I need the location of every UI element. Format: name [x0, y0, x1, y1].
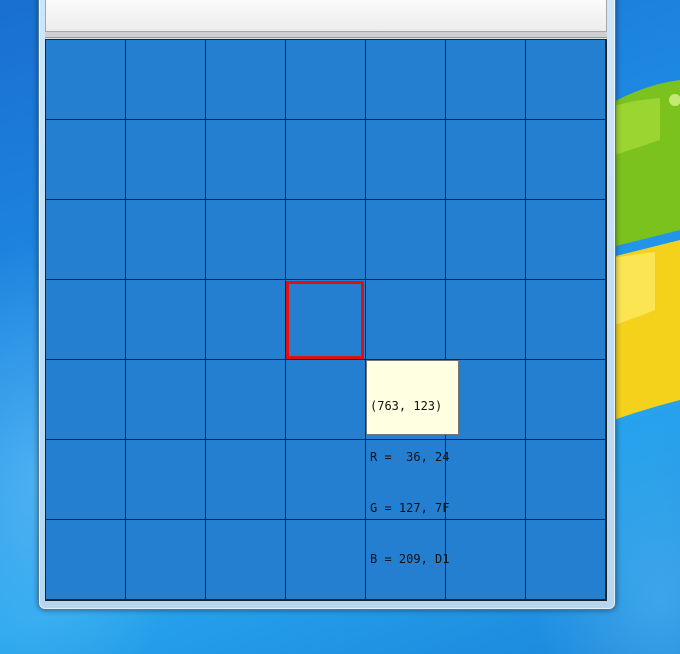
- grid-cell[interactable]: [46, 40, 125, 119]
- grid-cell[interactable]: [526, 360, 605, 439]
- grid-cell[interactable]: [366, 40, 445, 119]
- grid-cell[interactable]: [286, 200, 365, 279]
- grid-cell[interactable]: [526, 520, 605, 599]
- grid-cell[interactable]: [126, 200, 205, 279]
- grid-cell[interactable]: [446, 280, 525, 359]
- tooltip-coordinates: (763, 123): [370, 399, 443, 413]
- pixel-info-tooltip: (763, 123) R = 36, 24 G = 127, 7F B = 20…: [366, 360, 459, 566]
- grid-cell[interactable]: [206, 200, 285, 279]
- grid-cell[interactable]: [526, 200, 605, 279]
- grid-cell[interactable]: [126, 280, 205, 359]
- grid-cell[interactable]: [286, 440, 365, 519]
- grid-cell[interactable]: [126, 520, 205, 599]
- grid-cell[interactable]: [366, 200, 445, 279]
- selected-cell-highlight: [286, 281, 364, 359]
- grid-cell[interactable]: [46, 520, 125, 599]
- grid-cell[interactable]: [46, 120, 125, 199]
- grid-cell[interactable]: [206, 520, 285, 599]
- grid-cell[interactable]: [46, 280, 125, 359]
- grid-cell[interactable]: [46, 440, 125, 519]
- grid-cell[interactable]: [46, 360, 125, 439]
- grid-cell[interactable]: [126, 440, 205, 519]
- grid-cell[interactable]: [526, 280, 605, 359]
- grid-cell[interactable]: [126, 40, 205, 119]
- tooltip-green-value: G = 127, 7F: [370, 501, 450, 515]
- grid-cell[interactable]: [126, 120, 205, 199]
- grid-cell[interactable]: [286, 520, 365, 599]
- grid-cell[interactable]: [446, 40, 525, 119]
- grid-cell[interactable]: [366, 120, 445, 199]
- tooltip-blue-value: B = 209, D1: [370, 552, 450, 566]
- grid-cell[interactable]: [526, 440, 605, 519]
- grid-cell[interactable]: [286, 360, 365, 439]
- grid-cell[interactable]: [46, 200, 125, 279]
- grid-cell[interactable]: [206, 440, 285, 519]
- grid-cell[interactable]: [126, 360, 205, 439]
- grid-cell[interactable]: [286, 40, 365, 119]
- grid-cell[interactable]: [526, 40, 605, 119]
- window-toolbar: [45, 0, 607, 32]
- grid-cell[interactable]: [206, 40, 285, 119]
- tooltip-red-value: R = 36, 24: [370, 450, 450, 464]
- grid-cell[interactable]: [206, 280, 285, 359]
- grid-cell[interactable]: [206, 120, 285, 199]
- grid-cell[interactable]: [446, 120, 525, 199]
- toolbar-divider: [45, 32, 607, 38]
- grid-cell[interactable]: [286, 120, 365, 199]
- grid-cell[interactable]: [446, 200, 525, 279]
- grid-cell[interactable]: [526, 120, 605, 199]
- grid-cell[interactable]: [206, 360, 285, 439]
- grid-cell[interactable]: [366, 280, 445, 359]
